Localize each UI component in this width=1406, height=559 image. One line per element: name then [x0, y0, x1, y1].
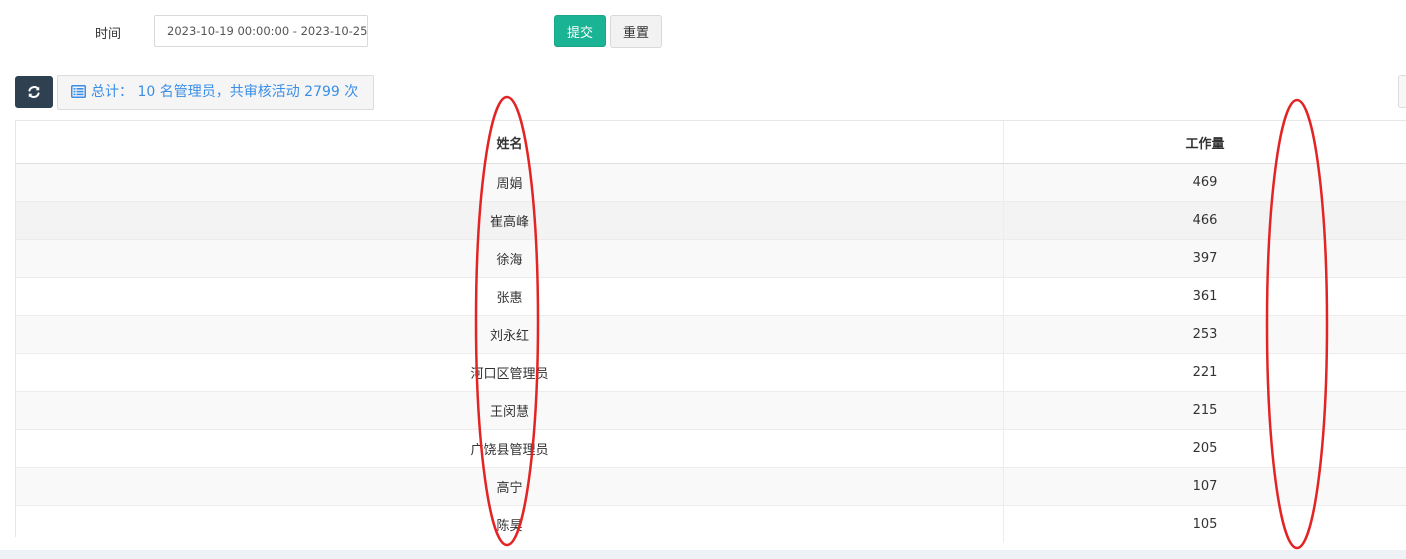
list-icon — [71, 78, 86, 111]
cell-workload: 469 — [1003, 163, 1406, 202]
table-row[interactable]: 张惠 361 — [16, 277, 1406, 316]
data-table: 姓名 工作量 周娟 469 崔高峰 466 徐海 397 张惠 361 刘永红 … — [15, 120, 1406, 543]
time-range-input[interactable] — [154, 15, 368, 47]
cell-name: 广饶县管理员 — [16, 429, 1004, 468]
table-row[interactable]: 陈昊 105 — [16, 505, 1406, 543]
table-row[interactable]: 刘永红 253 — [16, 315, 1406, 354]
submit-button[interactable]: 提交 — [554, 15, 606, 47]
table-header-row: 姓名 工作量 — [16, 121, 1406, 164]
cell-workload: 107 — [1003, 467, 1406, 506]
cell-name: 徐海 — [16, 239, 1004, 278]
table-row[interactable]: 崔高峰 466 — [16, 201, 1406, 240]
page: 时间 提交 重置 总计： 10 名管理员，共审核活动 2799 次 — [0, 0, 1406, 559]
cell-name: 陈昊 — [16, 505, 1004, 543]
cell-workload: 397 — [1003, 239, 1406, 278]
cell-workload: 215 — [1003, 391, 1406, 430]
cell-workload: 205 — [1003, 429, 1406, 468]
filter-form: 时间 提交 重置 — [0, 14, 1406, 48]
table-row[interactable]: 徐海 397 — [16, 239, 1406, 278]
cell-workload: 253 — [1003, 315, 1406, 354]
cell-name: 高宁 — [16, 467, 1004, 506]
cell-workload: 221 — [1003, 353, 1406, 392]
reset-button[interactable]: 重置 — [610, 15, 662, 48]
cell-workload: 361 — [1003, 277, 1406, 316]
column-header-workload[interactable]: 工作量 — [1003, 121, 1406, 164]
refresh-button[interactable] — [15, 76, 53, 108]
refresh-icon — [28, 86, 40, 98]
cell-workload: 105 — [1003, 505, 1406, 543]
cell-name: 崔高峰 — [16, 201, 1004, 240]
table-row[interactable]: 广饶县管理员 205 — [16, 429, 1406, 468]
table-row[interactable]: 高宁 107 — [16, 467, 1406, 506]
summary-box: 总计： 10 名管理员，共审核活动 2799 次 — [57, 75, 374, 110]
cell-workload: 466 — [1003, 201, 1406, 240]
time-label: 时间 — [95, 27, 122, 42]
toolbar-edge-button[interactable] — [1398, 75, 1406, 108]
table-row[interactable]: 王闵慧 215 — [16, 391, 1406, 430]
cell-name: 河口区管理员 — [16, 353, 1004, 392]
cell-name: 张惠 — [16, 277, 1004, 316]
bottom-strip — [0, 550, 1406, 559]
table-row[interactable]: 周娟 469 — [16, 163, 1406, 202]
table-row[interactable]: 河口区管理员 221 — [16, 353, 1406, 392]
cell-name: 王闵慧 — [16, 391, 1004, 430]
column-header-name[interactable]: 姓名 — [16, 121, 1004, 164]
cell-name: 刘永红 — [16, 315, 1004, 354]
summary-text: 总计： 10 名管理员，共审核活动 2799 次 — [91, 84, 359, 100]
cell-name: 周娟 — [16, 163, 1004, 202]
